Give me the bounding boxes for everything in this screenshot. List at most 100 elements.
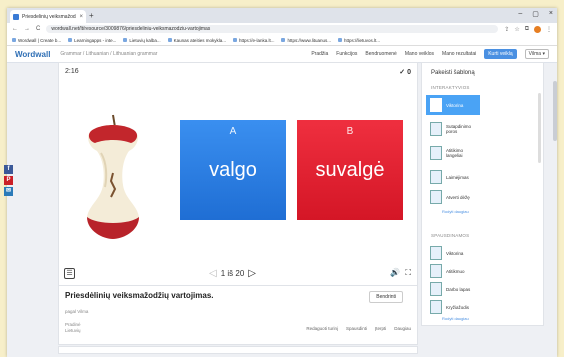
- bookmark-item[interactable]: https://e-lanka.lt...: [233, 38, 275, 43]
- edit-content-link[interactable]: Redaguoti turinį: [306, 326, 338, 331]
- answer-letter-b: B: [346, 126, 354, 137]
- nav-home[interactable]: Pradžia: [311, 51, 328, 57]
- template-label: Sutapdinimo poros: [446, 124, 472, 134]
- score-counter: ✓ 0: [399, 69, 411, 76]
- prev-arrow-icon[interactable]: ◁: [209, 268, 217, 279]
- email-icon[interactable]: ✉: [4, 187, 13, 196]
- forward-icon[interactable]: →: [24, 26, 30, 32]
- answer-card-b[interactable]: B suvalgė: [297, 120, 403, 220]
- bookmark-item[interactable]: Wordwall | Create b...: [12, 38, 61, 43]
- nav-my-activities[interactable]: Mano veiklos: [405, 51, 434, 57]
- create-activity-button[interactable]: Kurti veiklą: [484, 49, 517, 59]
- browser-tab[interactable]: Priesdelinių veiksmažodžių vart... ×: [10, 10, 86, 23]
- nav-my-results[interactable]: Mano rezultatai: [442, 51, 476, 57]
- window-controls: – ▢ ×: [518, 10, 553, 18]
- template-thumb-icon: [430, 246, 442, 260]
- next-panel: [58, 346, 418, 354]
- profile-avatar[interactable]: [534, 25, 541, 33]
- template-thumb-icon: [430, 98, 442, 112]
- menu-icon[interactable]: ☰: [64, 268, 75, 279]
- user-menu[interactable]: Vilma ▾: [524, 49, 549, 59]
- activity-meta: Pradinė Lietuvių: [65, 322, 81, 334]
- meta-subject[interactable]: Lietuvių: [65, 328, 81, 334]
- printable-label: Viktorina: [446, 250, 464, 256]
- template-option[interactable]: Viktorina: [426, 95, 480, 115]
- answer-letter-a: A: [229, 126, 237, 137]
- breadcrumb[interactable]: Grammar / Lithuanian / Lithuanian gramma…: [60, 51, 311, 57]
- activity-title: Priesdėlinių veiksmažodžių vartojimas.: [65, 291, 214, 300]
- next-arrow-icon[interactable]: ▷: [248, 268, 256, 279]
- star-icon[interactable]: ☆: [514, 26, 519, 33]
- activity-stage: 2:16 ✓ 0 A valgo B suvalgė ☰ ◁ 1 iš 20 ▷…: [58, 62, 418, 286]
- share-button[interactable]: Bendrinti: [369, 291, 403, 303]
- bookmark-item[interactable]: https://lietuvos.lt...: [338, 38, 380, 43]
- template-switch-panel: Pakeisti šabloną INTERAKTYVIOS Viktorina…: [421, 62, 544, 326]
- address-bar-row: ← → C wordwall.net/lt/resource/3009876/p…: [7, 23, 557, 35]
- url-input[interactable]: wordwall.net/lt/resource/3009876/priesde…: [46, 25, 499, 33]
- bookmark-item[interactable]: Learningapps - inte...: [68, 38, 116, 43]
- apple-core-image: [87, 114, 139, 239]
- answer-card-a[interactable]: A valgo: [180, 120, 286, 220]
- toolbar-icons: ⇪ ☆ ⧉ ⋮: [504, 25, 552, 33]
- wordwall-logo[interactable]: Wordwall: [15, 50, 50, 59]
- site-header: Wordwall Grammar / Lithuanian / Lithuani…: [7, 46, 557, 63]
- tab-close-icon[interactable]: ×: [79, 14, 83, 20]
- minimize-button[interactable]: –: [518, 10, 522, 18]
- bookmark-item[interactable]: Kaunas ateities mokykla...: [168, 38, 226, 43]
- user-name: Vilma: [528, 51, 542, 57]
- nav-features[interactable]: Funkcijos: [336, 51, 357, 57]
- printable-option[interactable]: Atitikmuo: [426, 261, 480, 281]
- sound-icon[interactable]: 🔊: [390, 268, 400, 278]
- close-window-button[interactable]: ×: [549, 10, 553, 18]
- printable-option[interactable]: Darbo lapas: [426, 279, 480, 299]
- panel-title: Pakeisti šabloną: [431, 70, 475, 76]
- bookmark-item[interactable]: Lietuvių kalba...: [123, 38, 160, 43]
- facebook-icon[interactable]: f: [4, 165, 13, 174]
- share-icon[interactable]: ⇪: [504, 26, 509, 33]
- printable-option[interactable]: Viktorina: [426, 243, 480, 263]
- template-option[interactable]: Atverti dėžę: [426, 187, 480, 207]
- template-option[interactable]: Sutapdinimo poros: [426, 119, 480, 139]
- more-icon[interactable]: ⋮: [546, 26, 552, 33]
- template-thumb-icon: [430, 146, 442, 160]
- section-interactive: INTERAKTYVIOS: [431, 85, 470, 90]
- template-thumb-icon: [430, 282, 442, 296]
- back-icon[interactable]: ←: [12, 26, 18, 32]
- template-option[interactable]: Atitikimo langeliai: [426, 143, 480, 163]
- pinterest-icon[interactable]: P: [4, 176, 13, 185]
- template-label: Laimėjimas: [446, 174, 469, 180]
- chevron-down-icon: ▾: [542, 51, 545, 57]
- printable-option[interactable]: Kryžiažodis: [426, 297, 480, 317]
- right-controls: 🔊 ⛶: [390, 268, 411, 278]
- author-line[interactable]: pagal Vilma: [65, 309, 88, 314]
- extensions-icon[interactable]: ⧉: [525, 26, 529, 33]
- nav-community[interactable]: Bendruomenė: [365, 51, 396, 57]
- answer-word-a: valgo: [209, 159, 257, 181]
- bookmark-item[interactable]: https://www.lituanus...: [281, 38, 331, 43]
- pager: ◁ 1 iš 20 ▷: [209, 268, 256, 279]
- more-link[interactable]: Daugiau: [394, 326, 411, 331]
- social-share-bar: f P ✉: [4, 165, 13, 198]
- show-more-link[interactable]: Rodyti daugiau: [442, 209, 469, 214]
- template-thumb-icon: [430, 190, 442, 204]
- bookmarks-bar: Wordwall | Create b... Learningapps - in…: [7, 35, 557, 46]
- page-scrollbar[interactable]: [553, 81, 557, 141]
- tab-strip: Priesdelinių veiksmažodžių vart... × + –…: [7, 8, 557, 23]
- wordwall-favicon-icon: [13, 13, 19, 20]
- embed-link[interactable]: Įterpti: [375, 326, 386, 331]
- template-thumb-icon: [430, 300, 442, 314]
- new-tab-button[interactable]: +: [89, 10, 94, 21]
- print-link[interactable]: Spausdinti: [346, 326, 367, 331]
- answer-word-b: suvalgė: [315, 159, 385, 181]
- template-option[interactable]: Laimėjimas: [426, 167, 480, 187]
- printable-label: Atitikmuo: [446, 268, 465, 274]
- tab-title: Priesdelinių veiksmažodžių vart...: [22, 13, 76, 20]
- printable-label: Kryžiažodis: [446, 304, 470, 310]
- maximize-button[interactable]: ▢: [532, 10, 539, 18]
- page-indicator: 1 iš 20: [220, 269, 245, 278]
- template-label: Viktorina: [446, 102, 464, 108]
- panel-scrollbar[interactable]: [538, 93, 541, 163]
- fullscreen-icon[interactable]: ⛶: [405, 268, 411, 278]
- show-more-link[interactable]: Rodyti daugiau: [442, 316, 469, 321]
- reload-icon[interactable]: C: [36, 26, 40, 32]
